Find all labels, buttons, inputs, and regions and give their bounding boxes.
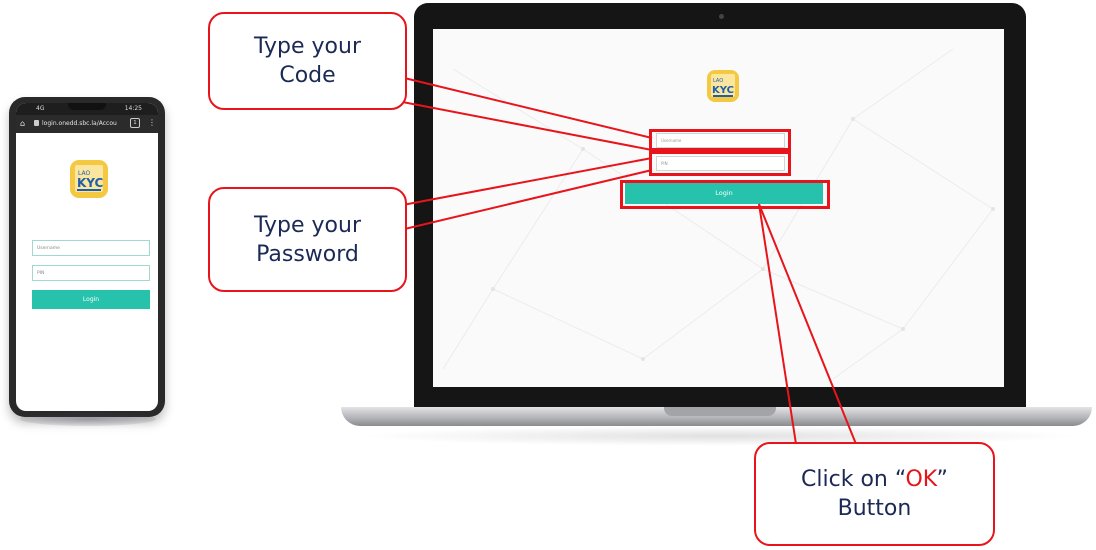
callout-type-code: Type your Code	[208, 12, 407, 110]
callout-ok-prefix: Click on “	[801, 467, 906, 492]
callout-ok-line1: Click on “OK”	[756, 465, 993, 494]
login-highlight	[620, 180, 830, 209]
callout-click-ok: Click on “OK” Button	[754, 442, 995, 546]
callout-code-line2: Code	[279, 63, 336, 88]
username-highlight	[649, 129, 791, 151]
callout-password-line1: Type your	[254, 212, 361, 238]
callout-ok-word: OK	[905, 467, 937, 492]
callout-password-line2: Password	[256, 241, 359, 267]
callout-type-password: Type your Password	[208, 187, 407, 292]
callout-ok-line2: Button	[837, 496, 912, 521]
pin-highlight	[649, 151, 791, 176]
callout-code-line1: Type your	[254, 34, 361, 59]
callout-ok-suffix: ”	[936, 467, 948, 492]
